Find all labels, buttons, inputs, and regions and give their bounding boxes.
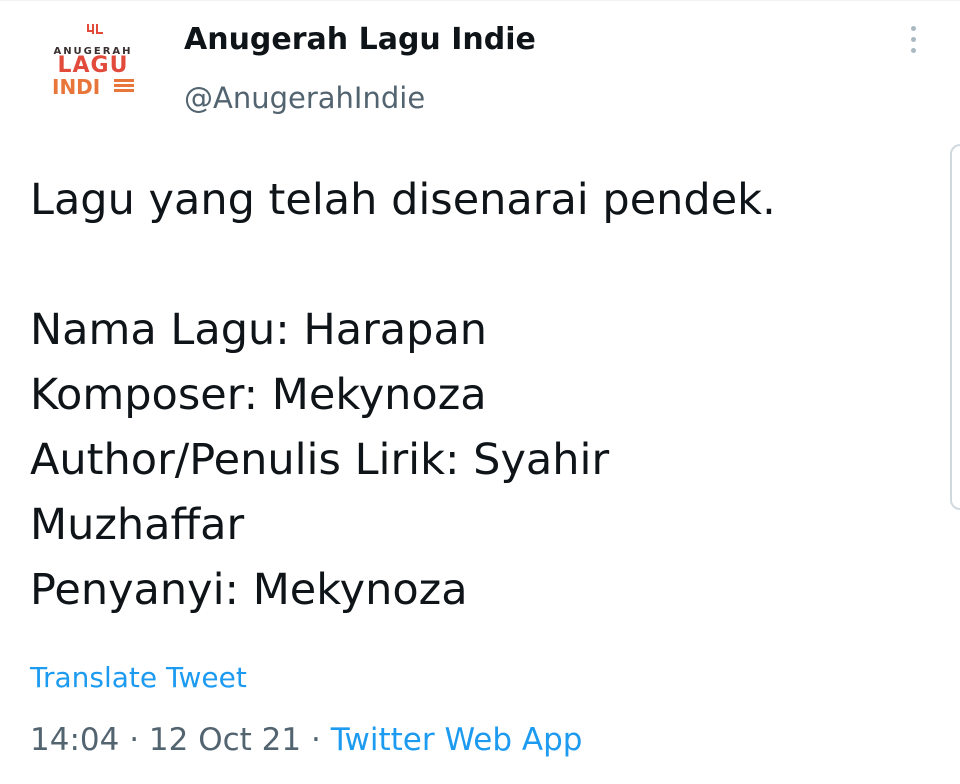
scrollbar-handle[interactable] — [950, 144, 960, 510]
meta-separator: · — [129, 722, 140, 758]
meta-separator: · — [310, 722, 321, 758]
translate-tweet-link[interactable]: Translate Tweet — [30, 658, 247, 698]
avatar[interactable]: ANUGERAH LAGU INDI — [38, 22, 148, 112]
tweet-source-link[interactable]: Twitter Web App — [331, 722, 583, 758]
tweet-time[interactable]: 14:04 — [30, 722, 119, 758]
more-dot — [910, 37, 916, 42]
tweet-line: Komposer: Mekynoza — [30, 370, 487, 420]
tweet-line: Penyanyi: Mekynoza — [30, 565, 468, 615]
tweet-date[interactable]: 12 Oct 21 — [149, 722, 301, 758]
top-divider — [0, 0, 960, 1]
tweet-line: Muzhaffar — [30, 500, 245, 550]
more-options-button[interactable] — [898, 26, 928, 60]
tweet-line: Author/Penulis Lirik: Syahir — [30, 435, 610, 485]
account-handle[interactable]: @AnugerahIndie — [184, 78, 425, 118]
more-dot — [910, 48, 916, 53]
logo-mid-text: LAGU — [57, 53, 129, 78]
logo-mark-icon — [87, 24, 103, 34]
tweet-line: Nama Lagu: Harapan — [30, 305, 488, 355]
display-name[interactable]: Anugerah Lagu Indie — [184, 20, 536, 60]
tweet-view: ANUGERAH LAGU INDI Anugerah Lagu Indie @… — [0, 0, 960, 784]
logo-stripes — [114, 79, 134, 95]
more-vertical-icon — [910, 26, 916, 31]
tweet-meta: 14:04 · 12 Oct 21 · Twitter Web App — [30, 718, 582, 762]
tweet-text: Lagu yang telah disenarai pendek. Nama L… — [30, 168, 930, 623]
logo-bottom-text: INDI — [52, 75, 101, 99]
tweet-line: Lagu yang telah disenarai pendek. — [30, 175, 776, 225]
